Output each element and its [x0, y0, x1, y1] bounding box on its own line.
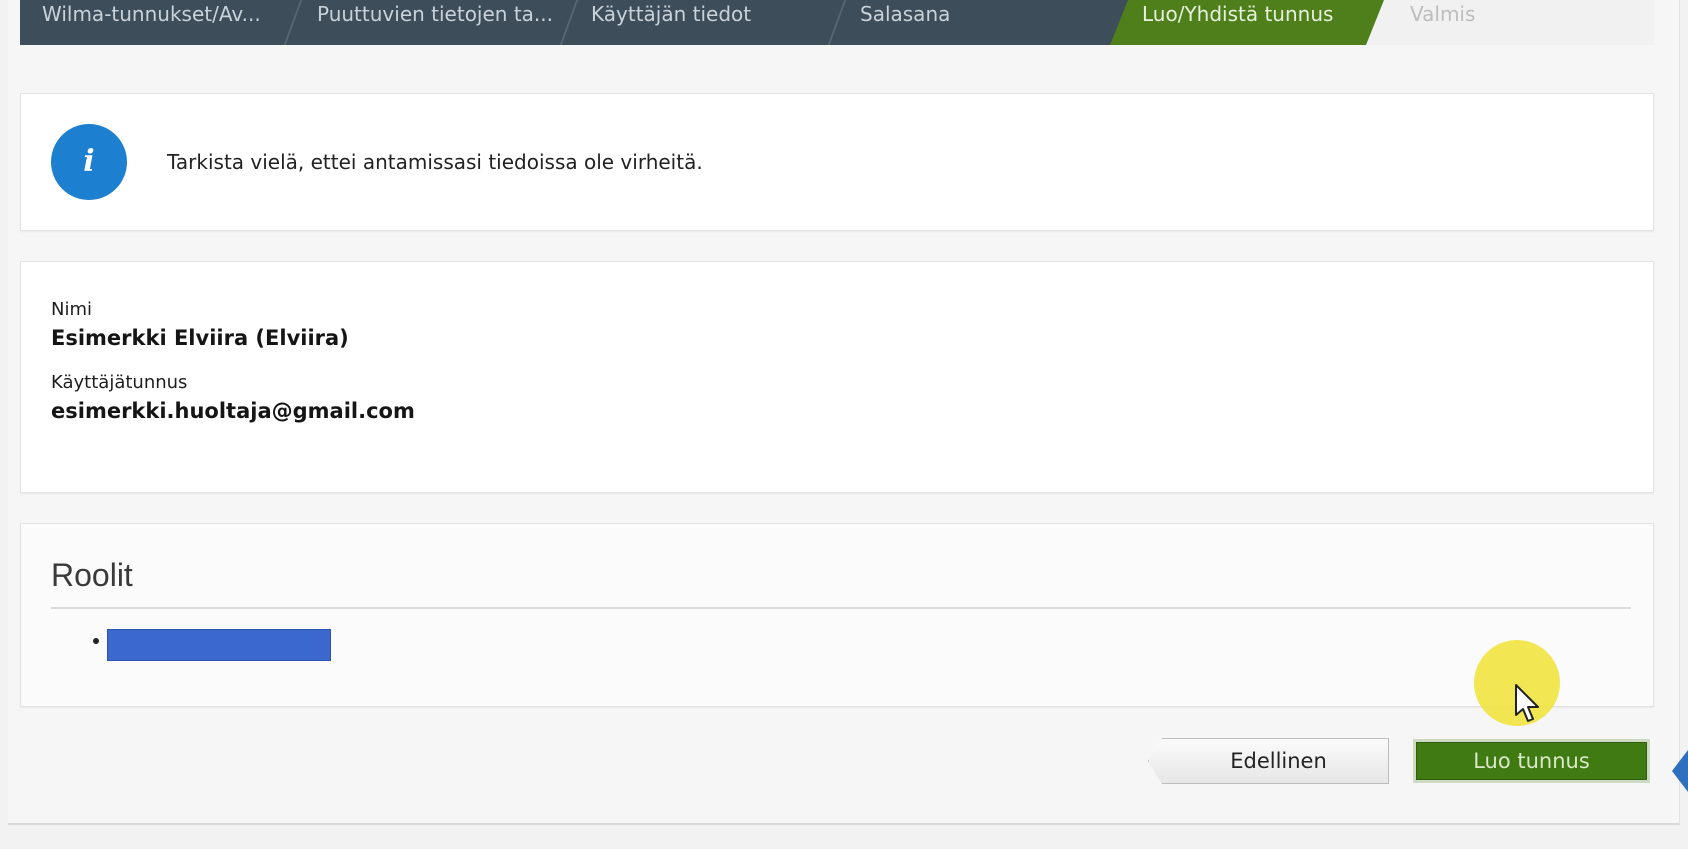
- step-label: Puuttuvien tietojen ta...: [317, 2, 553, 26]
- name-label: Nimi: [51, 299, 93, 320]
- step-luo-yhdista-tunnus[interactable]: Luo/Yhdistä tunnus: [1110, 0, 1385, 45]
- step-wilma-tunnukset[interactable]: Wilma-tunnukset/Av...: [42, 0, 270, 45]
- step-puuttuvien-tietojen[interactable]: Puuttuvien tietojen ta...: [317, 0, 554, 45]
- step-separator: [283, 0, 303, 45]
- page: Wilma-tunnukset/Av... Puuttuvien tietoje…: [8, 0, 1680, 825]
- create-account-button[interactable]: Luo tunnus: [1416, 742, 1647, 780]
- redacted-role-item: [107, 629, 331, 661]
- step-valmis[interactable]: Valmis: [1366, 0, 1654, 45]
- step-label: Salasana: [860, 2, 951, 26]
- info-icon: i: [51, 124, 127, 200]
- user-details-panel: Nimi Esimerkki Elviira (Elviira) Käyttäj…: [20, 261, 1654, 493]
- step-salasana[interactable]: Salasana: [860, 0, 1100, 45]
- name-value: Esimerkki Elviira (Elviira): [51, 326, 349, 350]
- step-label: Wilma-tunnukset/Av...: [42, 2, 261, 26]
- roles-panel: Roolit: [20, 523, 1654, 707]
- step-label: Luo/Yhdistä tunnus: [1142, 2, 1334, 26]
- info-panel: i Tarkista vielä, ettei antamissasi tied…: [20, 93, 1654, 231]
- step-separator: [559, 0, 579, 45]
- username-label: Käyttäjätunnus: [51, 372, 188, 393]
- step-kayttajan-tiedot[interactable]: Käyttäjän tiedot: [591, 0, 831, 45]
- list-bullet: [93, 638, 99, 644]
- progress-steps: Wilma-tunnukset/Av... Puuttuvien tietoje…: [20, 0, 1654, 45]
- step-label: Käyttäjän tiedot: [591, 2, 752, 26]
- roles-title: Roolit: [51, 557, 133, 593]
- mouse-pointer-icon: [1515, 684, 1539, 722]
- divider: [51, 607, 1631, 609]
- previous-button[interactable]: Edellinen: [1148, 738, 1389, 784]
- info-message: Tarkista vielä, ettei antamissasi tiedoi…: [167, 150, 703, 174]
- step-label: Valmis: [1410, 2, 1476, 26]
- username-value: esimerkki.huoltaja@gmail.com: [51, 399, 415, 423]
